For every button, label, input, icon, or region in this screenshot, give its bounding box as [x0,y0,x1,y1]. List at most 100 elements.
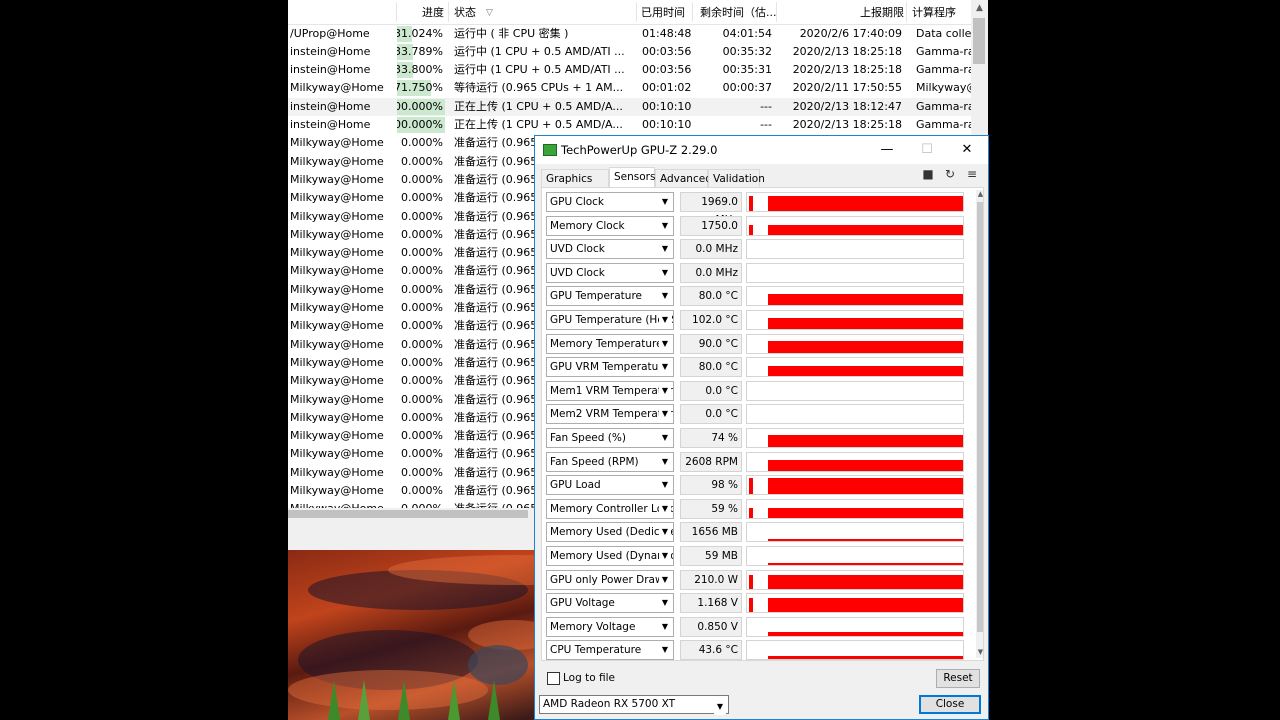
table-row[interactable]: instein@Home 正在上传 (1 CPU + 0.5 AMD/A... 00… [288,97,971,116]
task-progress-bar: 0.000% [397,373,445,389]
sensor-name-dropdown[interactable]: GPU only Power Draw ▼ [546,569,674,590]
task-progress: 0.000% [401,484,443,497]
minimize-icon[interactable]: — [867,136,907,164]
chevron-down-icon: ▼ [659,311,671,329]
task-remaining: 00:00:37 [722,81,772,95]
log-to-file-checkbox[interactable] [547,672,560,685]
sensor-graph [746,569,964,590]
sensor-graph [746,428,964,448]
task-status: 运行中 (1 CPU + 0.5 AMD/ATI ... [454,44,625,58]
sensor-name-dropdown[interactable]: GPU Voltage ▼ [546,593,674,614]
table-row[interactable]: Milkyway@Home 等待运行 (0.965 CPUs + 1 AM... 0… [288,79,971,97]
sensor-name-dropdown[interactable]: Memory Used (Dynamic) ▼ [546,546,674,566]
header-elapsed[interactable]: 已用时间 [641,0,685,24]
sensor-row: Mem2 VRM Temperature ▼ 0.0 °C [546,404,966,426]
tab-advanced[interactable]: Advanced [655,169,712,187]
sensor-name: Memory Voltage [550,620,636,633]
task-progress: 33.789% [397,44,443,58]
header-progress[interactable]: 进度 [422,0,444,24]
table-row[interactable]: instein@Home 正在上传 (1 CPU + 0.5 AMD/A... 00… [288,116,971,134]
sensor-name-dropdown[interactable]: Mem2 VRM Temperature ▼ [546,404,674,425]
header-deadline[interactable]: 上报期限 [860,0,904,24]
sensor-graph-fill [768,574,963,589]
sensor-value: 98 % [680,475,742,496]
sensor-graph [746,475,964,496]
task-progress-bar: 100.000% [397,98,445,115]
chevron-down-icon: ▼ [659,523,671,542]
sensor-graph-spike [749,598,753,613]
sensor-graph [746,286,964,307]
sensor-graph-fill [768,224,963,235]
sort-descending-icon[interactable]: ▽ [486,0,493,24]
sensor-name-dropdown[interactable]: GPU Temperature ▼ [546,286,674,307]
task-progress-bar: 0.000% [397,446,445,462]
sensor-name-dropdown[interactable]: Memory Clock ▼ [546,215,674,236]
sensors-scrollbar[interactable]: ▲ ▼ [976,190,983,658]
sensor-name-dropdown[interactable]: CPU Temperature ▼ [546,640,674,660]
sensor-name-dropdown[interactable]: GPU VRM Temperature ▼ [546,357,674,378]
camera-icon[interactable]: ■ [920,166,936,182]
graphics-card-select[interactable]: AMD Radeon RX 5700 XT ▼ [539,695,729,715]
tab-validation[interactable]: Validation [708,169,765,187]
task-progress: 0.000% [401,172,443,186]
gpuz-title-bar[interactable]: TechPowerUp GPU-Z 2.29.0 — ☐ ✕ [535,136,988,164]
task-progress: 0.000% [401,282,443,296]
task-progress: 100.000% [397,99,443,113]
close-icon[interactable]: ✕ [947,136,987,164]
sensor-name-dropdown[interactable]: Memory Temperature ▼ [546,333,674,354]
task-status: 运行中 (1 CPU + 0.5 AMD/ATI ... [454,63,625,77]
task-deadline: 2020/2/13 18:25:18 [792,63,902,77]
table-row[interactable]: instein@Home 运行中 (1 CPU + 0.5 AMD/ATI ...… [288,61,971,79]
task-remaining: 00:35:32 [722,44,772,58]
tab-sensors[interactable]: Sensors [609,167,655,188]
refresh-icon[interactable]: ↻ [942,166,958,182]
sensor-name-dropdown[interactable]: UVD Clock ▼ [546,239,674,260]
task-progress-bar: 0.000% [397,392,445,408]
sensor-name-dropdown[interactable]: Memory Used (Dedicated) ▼ [546,522,674,543]
sensor-name: GPU Load [550,479,601,492]
scroll-down-arrow-icon[interactable]: ▼ [976,648,983,656]
sensor-name-dropdown[interactable]: Mem1 VRM Temperature ▼ [546,380,674,401]
sensor-name-dropdown[interactable]: GPU Load ▼ [546,475,674,496]
scrollbar-thumb[interactable] [977,202,983,632]
task-application: Gamma-ra [916,99,971,113]
header-remaining[interactable]: 剩余时间（估... [700,0,777,24]
task-project: Milkyway@Home [290,154,384,168]
scroll-up-arrow-icon[interactable]: ▲ [971,0,988,17]
header-application[interactable]: 计算程序 [912,0,956,24]
sensor-graph [746,451,964,472]
sensor-graph [746,404,964,425]
sensor-value: 0.850 V [680,616,742,637]
table-row[interactable]: /UProp@Home 运行中 ( 非 CPU 密集 ) 01:48:48 04:01… [288,25,971,43]
table-row[interactable]: instein@Home 运行中 (1 CPU + 0.5 AMD/ATI ...… [288,43,971,61]
sensor-graph [746,546,964,566]
scrollbar-thumb[interactable] [973,18,985,64]
scrollbar-thumb[interactable] [288,510,528,518]
log-to-file-label[interactable]: Log to file [563,670,615,686]
task-remaining: 00:35:31 [722,63,772,77]
task-remaining: 04:01:54 [722,26,772,40]
scroll-up-arrow-icon[interactable]: ▲ [976,190,983,198]
sensor-graph [746,310,964,330]
tab-graphics-card[interactable]: Graphics Card [541,169,609,203]
sensor-name-dropdown[interactable]: Fan Speed (%) ▼ [546,428,674,448]
close-button[interactable]: Close [919,695,981,714]
sensor-value: 0.0 MHz [680,239,742,260]
sensor-name: GPU Temperature (Hot Spot) [550,314,673,326]
sensor-name-dropdown[interactable]: Memory Controller Load ▼ [546,498,674,519]
task-deadline: 2020/2/13 18:25:18 [792,118,902,131]
sensor-name-dropdown[interactable]: Memory Voltage ▼ [546,616,674,637]
sensor-name-dropdown[interactable]: GPU Clock ▼ [546,192,674,212]
reset-button[interactable]: Reset [936,669,980,688]
sensor-graph [746,640,964,660]
sensor-name: Memory Controller Load [550,502,674,515]
task-project: /UProp@Home [290,26,370,40]
sensor-name-dropdown[interactable]: GPU Temperature (Hot Spot)▼ [546,310,674,330]
sensor-name-dropdown[interactable]: UVD Clock ▼ [546,262,674,283]
task-project: Milkyway@Home [290,484,384,497]
header-status[interactable]: 状态 [454,0,476,24]
sensor-name-dropdown[interactable]: Fan Speed (RPM) ▼ [546,451,674,472]
menu-icon[interactable]: ≡ [964,166,980,182]
chevron-down-icon: ▼ [659,641,671,660]
header-separator [692,2,693,22]
